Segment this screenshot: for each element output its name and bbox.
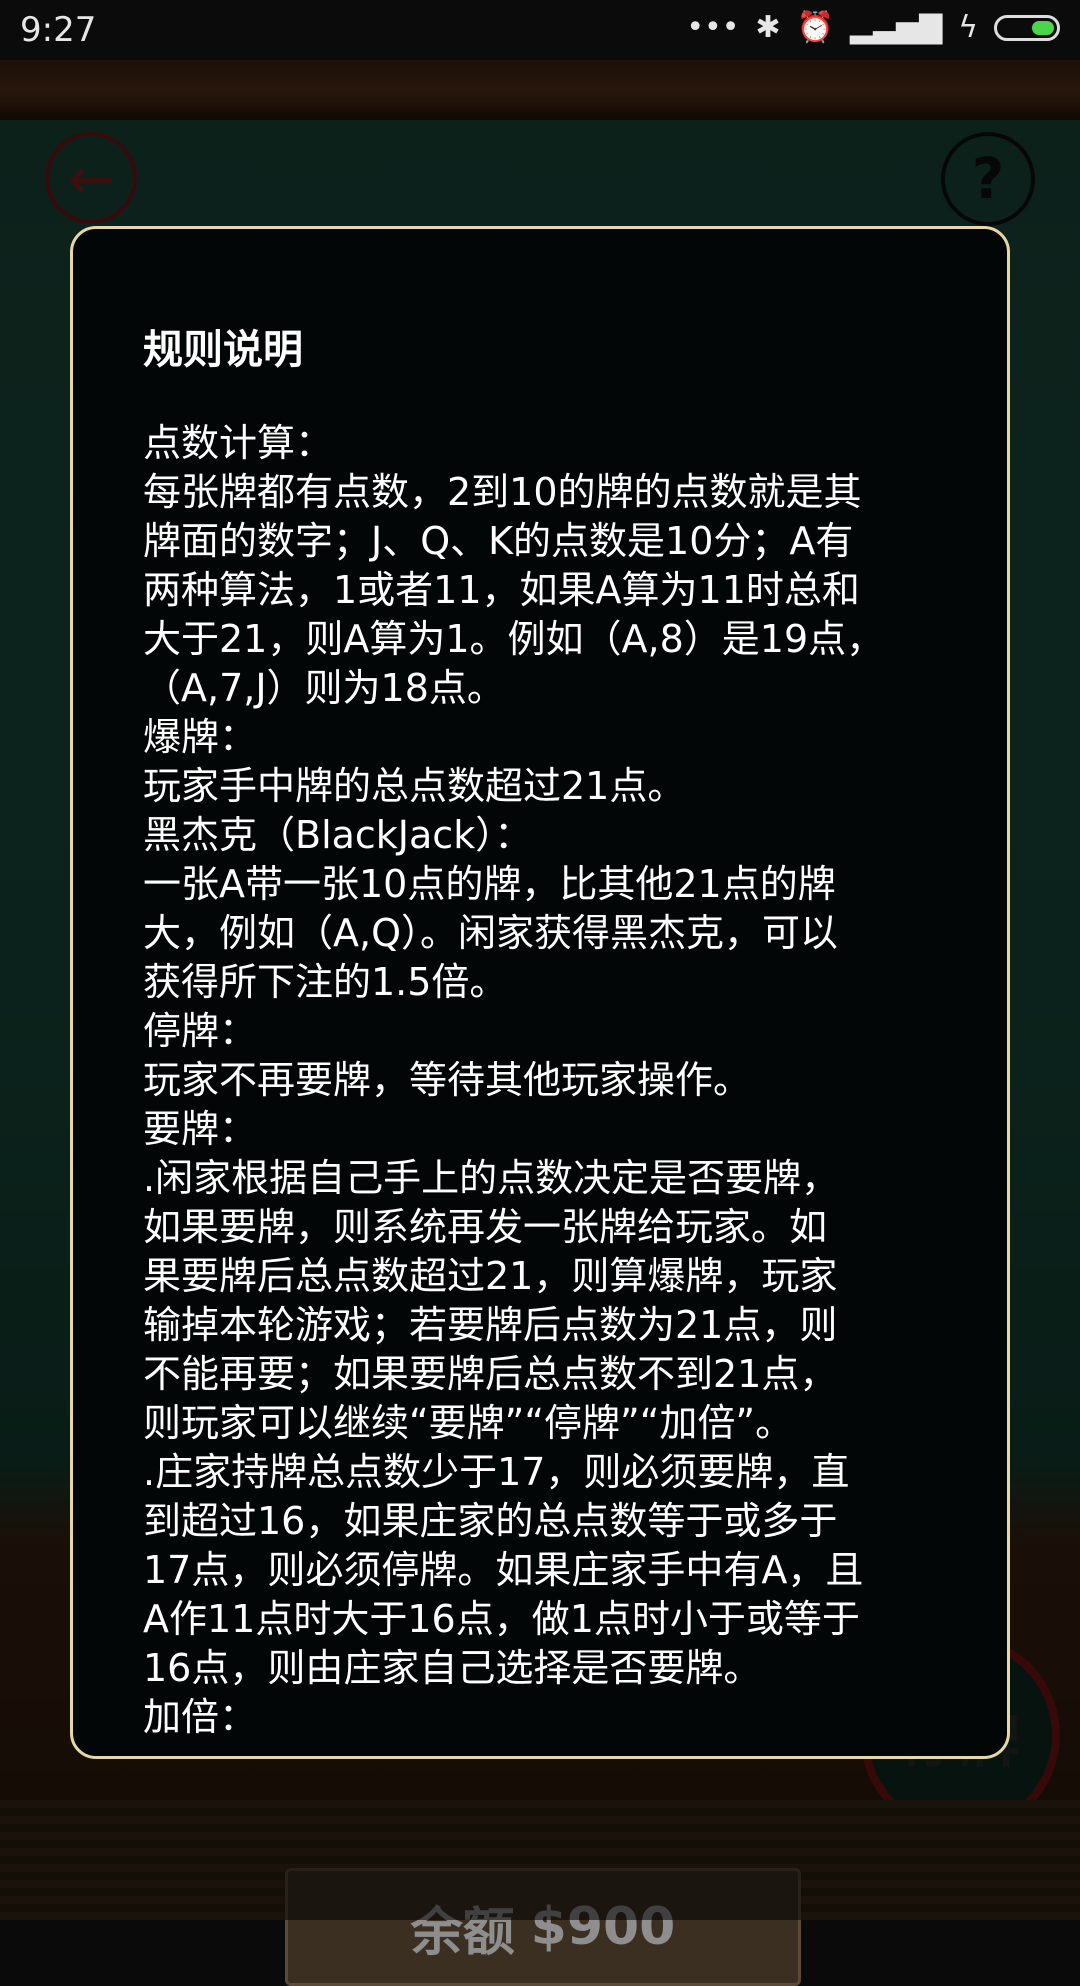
rules-line: .闲家根据自己手上的点数决定是否要牌，	[143, 1156, 840, 1200]
rules-line: 17点，则必须停牌。如果庄家手中有A，且	[143, 1548, 864, 1592]
status-bar: 9:27 ••• ✱ ⏰ ▂▃▅▇ ϟ	[0, 0, 1080, 60]
rules-line: 如果要牌，则系统再发一张牌给玩家。如	[143, 1205, 828, 1249]
rules-title: 规则说明	[143, 327, 303, 373]
rules-line: 则玩家可以继续“要牌”“停牌”“加倍”。	[143, 1401, 794, 1445]
rules-line: 点数计算：	[143, 421, 334, 465]
rules-line: 牌面的数字；J、Q、K的点数是10分；A有	[143, 519, 854, 563]
rules-line: 不能再要；如果要牌后总点数不到21点，	[143, 1352, 838, 1396]
rules-line: （A,7,J）则为18点。	[143, 666, 505, 710]
rules-line: 一张A带一张10点的牌，比其他21点的牌	[143, 862, 836, 906]
rules-line: 爆牌：	[143, 715, 258, 759]
dots-icon: •••	[686, 10, 740, 45]
battery-fill	[1032, 20, 1054, 35]
rules-line: 要牌：	[143, 1107, 258, 1151]
rules-line: 果要牌后总点数超过21，则算爆牌，玩家	[143, 1254, 838, 1298]
rules-line: 到超过16，如果庄家的总点数等于或多于	[143, 1499, 838, 1543]
rules-content[interactable]: 规则说明 点数计算： 每张牌都有点数，2到10的牌的点数就是其 牌面的数字；J、Q、…	[143, 317, 947, 1742]
alarm-icon: ⏰	[796, 10, 834, 45]
rules-line: 两种算法，1或者11，如果A算为11时总和	[143, 568, 860, 612]
charging-icon: ϟ	[958, 10, 978, 45]
rules-line: 玩家手中牌的总点数超过21点。	[143, 764, 686, 808]
rules-line: 每张牌都有点数，2到10的牌的点数就是其	[143, 470, 862, 514]
rules-line: 大，例如（A,Q）。闲家获得黑杰克，可以	[143, 911, 838, 955]
rules-line: 加倍：	[143, 1695, 258, 1739]
rules-line: 大于21，则A算为1。例如（A,8）是19点，	[143, 617, 885, 661]
rules-line: A作11点时大于16点，做1点时小于或等于	[143, 1597, 860, 1641]
rules-line: 停牌：	[143, 1009, 258, 1053]
rules-text: 点数计算： 每张牌都有点数，2到10的牌的点数就是其 牌面的数字；J、Q、K的点数是…	[143, 419, 947, 1742]
bluetooth-icon: ✱	[755, 10, 781, 45]
signal-icon: ▂▃▅▇	[849, 10, 943, 45]
status-time: 9:27	[20, 10, 97, 50]
rules-line: 16点，则由庄家自己选择是否要牌。	[143, 1646, 762, 1690]
battery-icon	[994, 14, 1060, 41]
rules-dialog: 规则说明 点数计算： 每张牌都有点数，2到10的牌的点数就是其 牌面的数字；J、Q、…	[70, 226, 1010, 1759]
rules-line: 玩家不再要牌，等待其他玩家操作。	[143, 1058, 752, 1102]
status-icons: ••• ✱ ⏰ ▂▃▅▇ ϟ	[686, 10, 1060, 45]
rules-line: 获得所下注的1.5倍。	[143, 960, 508, 1004]
rules-line: 黑杰克（BlackJack）：	[143, 813, 533, 857]
rules-line: 输掉本轮游戏；若要牌后点数为21点，则	[143, 1303, 838, 1347]
rules-line: .庄家持牌总点数少于17，则必须要牌，直	[143, 1450, 850, 1494]
